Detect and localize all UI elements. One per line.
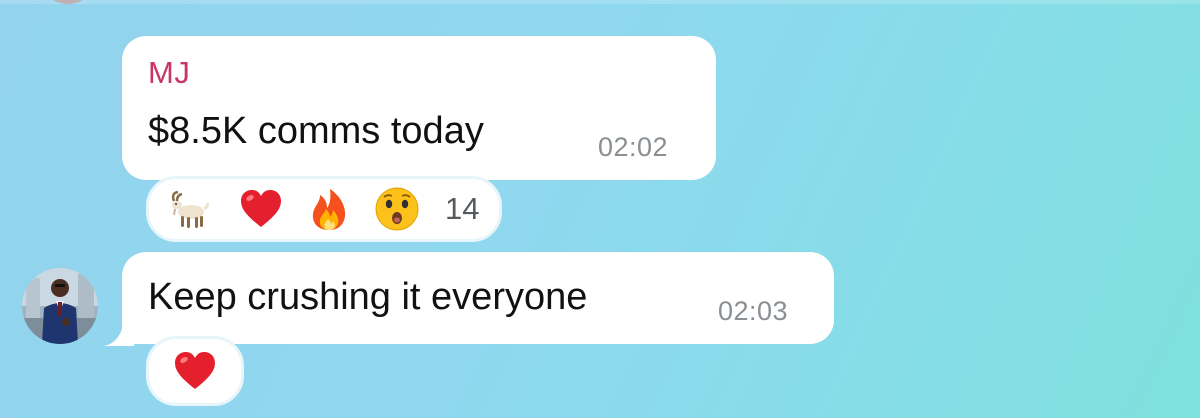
fire-emoji-icon[interactable] [305,185,353,233]
previous-message-edge [0,0,1200,4]
reaction-count: 14 [445,191,480,226]
message-text: $8.5K comms today [148,110,484,152]
message-bubble[interactable]: MJ $8.5K comms today 02:02 [122,36,716,180]
message-time: 02:03 [718,296,789,326]
red-heart-emoji-icon[interactable] [171,347,219,395]
chat-view: MJ $8.5K comms today 02:02 14 Keep crush… [0,0,1200,418]
message-bubble[interactable]: Keep crushing it everyone 02:03 [122,252,834,344]
goat-emoji-icon[interactable] [169,185,217,233]
reaction-bar[interactable] [146,336,244,406]
sender-name[interactable]: MJ [148,55,190,91]
astonished-face-emoji-icon[interactable] [373,185,421,233]
avatar[interactable] [22,268,98,344]
reaction-bar[interactable]: 14 [146,176,502,242]
red-heart-emoji-icon[interactable] [237,185,285,233]
message-time: 02:02 [598,132,669,162]
message-text: Keep crushing it everyone [148,276,588,318]
